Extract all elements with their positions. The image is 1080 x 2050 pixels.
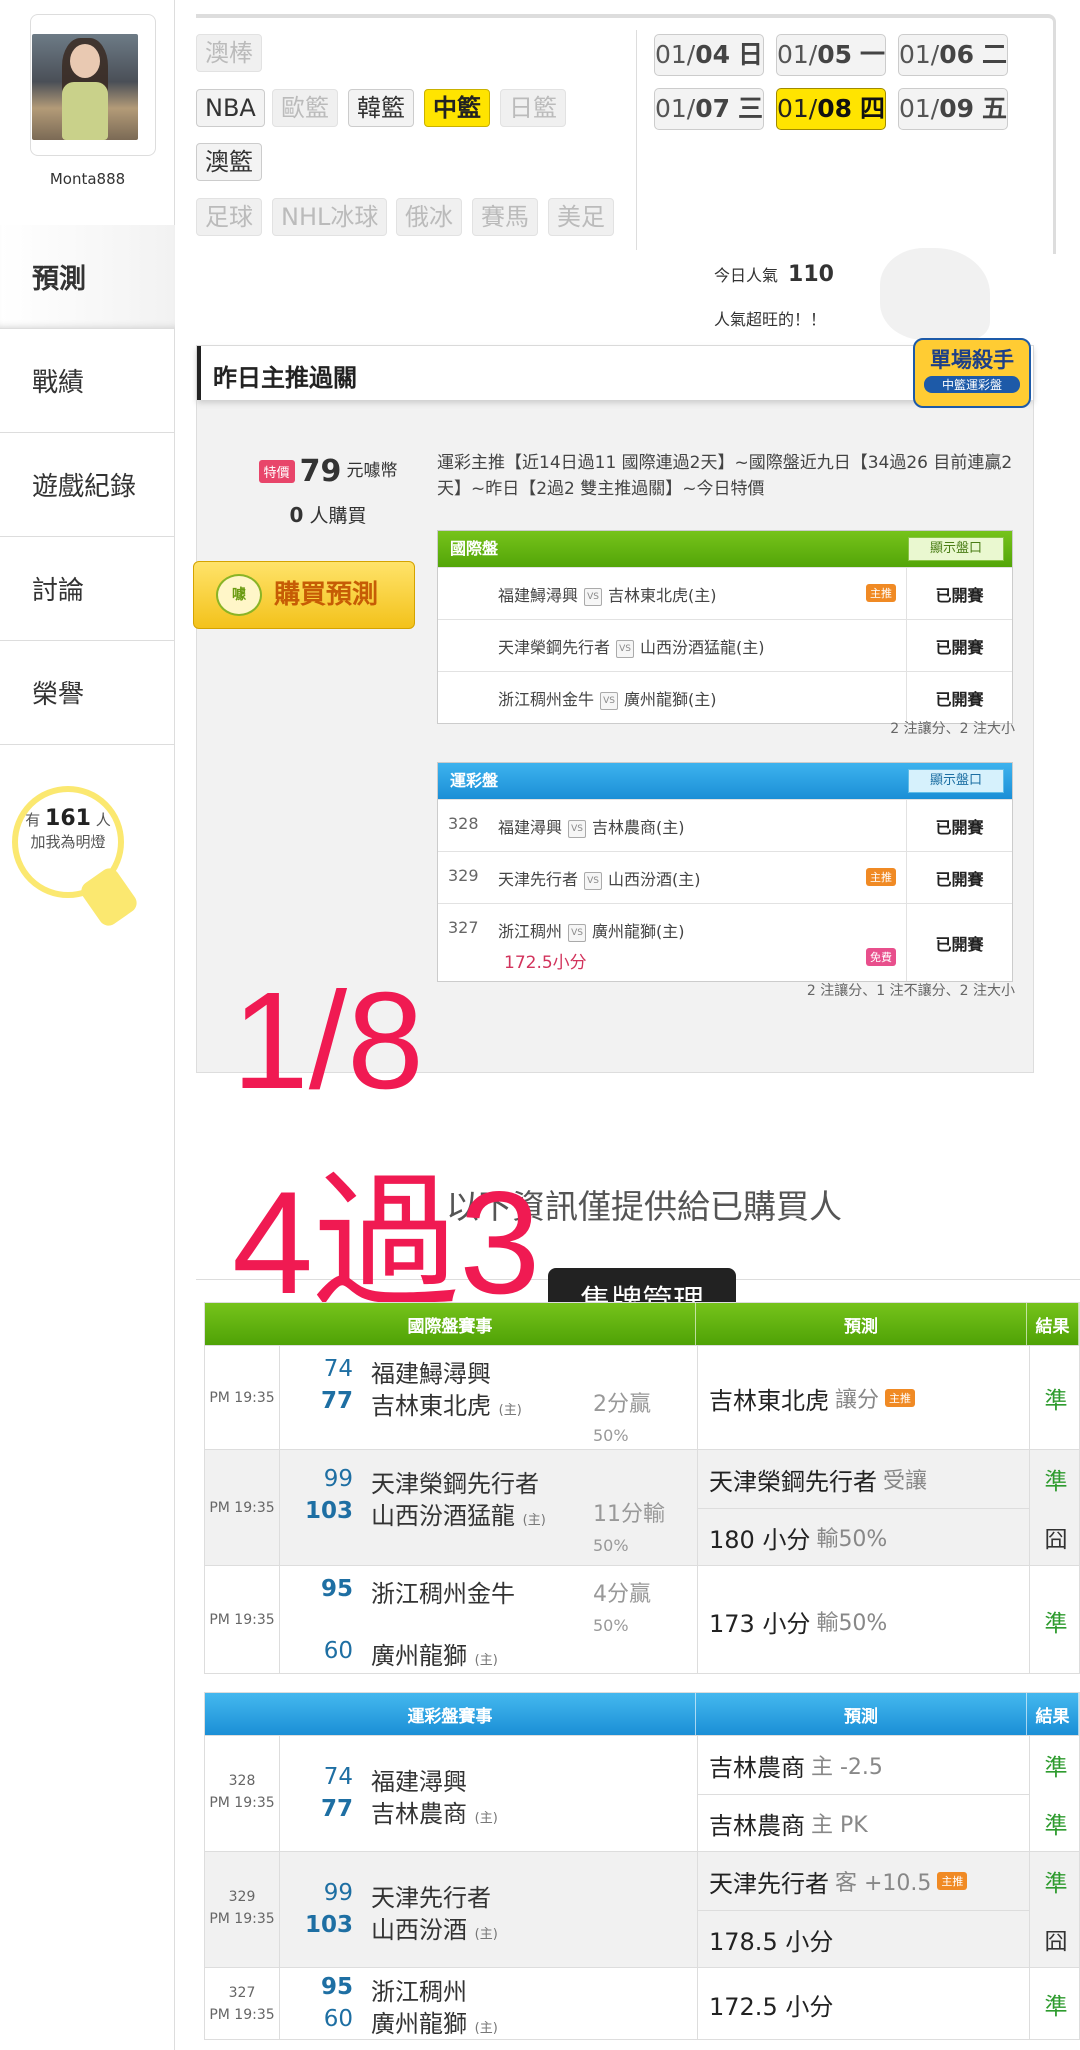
game-row: 天津榮鋼先行者 VS 山西汾酒猛龍(主) 已開賽 [438,619,1012,671]
panel-header: 昨日主推過關 單場殺手 中籃運彩盤 [197,338,1033,408]
menu-item-honor[interactable]: 榮譽 [0,641,175,745]
league-tab-aus-basketball[interactable]: 澳籃 [196,143,262,181]
price-box: 特價 79 元噱幣 0 人購買 [219,454,437,528]
result-mark: 準 [1044,1388,1068,1414]
intl-results-header: 國際盤賽事 預測 結果 [205,1303,1079,1345]
date-tab-0109[interactable]: 01/09 五 [898,88,1008,130]
follow-prefix: 有 [25,811,41,829]
intl-bet-note: 2 注讓分、2 注大小 [890,721,1015,737]
date-tab-0105[interactable]: 01/05 一 [776,34,886,76]
show-odds-button[interactable]: 顯示盤口 [908,769,1004,793]
result-mark: 囧 [1044,1929,1068,1955]
username[interactable]: Monta888 [0,170,175,188]
game-status: 已開賽 [906,904,1012,981]
avatar[interactable] [32,34,138,140]
follow-count[interactable]: 有 161 人 加我為明燈 [16,808,120,853]
result-mark: 準 [1044,1469,1068,1495]
game-row: 浙江稠州金牛 VS 廣州龍獅(主) 已開賽 [438,671,1012,723]
panel-title: 昨日主推過關 [213,364,357,392]
overlay-record: 4過3 [232,1161,541,1324]
league-tab-football[interactable]: 足球 [196,198,262,236]
league-tab-china-basketball[interactable]: 中籃 [424,89,490,127]
result-mark: 準 [1044,1755,1068,1781]
price-value: 79 [299,454,342,489]
free-pick-line: 172.5小分 [504,953,587,973]
menu-item-prediction[interactable]: 預測 [0,225,175,329]
result-row: PM 19:35 74 福建鱘潯興 77 吉林東北虎 (主) 2分贏 50% 吉林… [205,1345,1079,1449]
single-killer-badge-icon: 單場殺手 中籃運彩盤 [913,338,1031,408]
league-tab-american-football[interactable]: 美足 [548,198,614,236]
result-row: 327 PM 19:35 95 浙江稠州 60 廣州龍獅 (主) 172.5 小分… [205,1967,1079,2039]
follow-count-number: 161 [45,806,91,831]
lottery-header: 運彩盤 顯示盤口 [438,763,1012,799]
league-tab-euro-basketball[interactable]: 歐籃 [272,89,338,127]
game-row: 328 福建潯興 VS 吉林農商(主) 已開賽 [438,799,1012,851]
result-row: PM 19:35 99 天津榮鋼先行者 103 山西汾酒猛龍 (主) 11分輸 5… [205,1449,1079,1565]
mascot-watermark-icon [880,248,990,340]
game-status: 已開賽 [906,672,1012,723]
game-status: 已開賽 [906,568,1012,619]
buyer-count: 0 人購買 [289,503,367,527]
free-tag: 免費 [866,948,896,966]
league-tab-nba[interactable]: NBA [196,89,265,127]
lottery-bet-note: 2 注讓分、1 注不讓分、2 注大小 [806,983,1015,999]
price-unit: 元噱幣 [346,461,398,481]
game-row: 329 天津先行者 VS 山西汾酒(主) 主推 已開賽 [438,851,1012,903]
date-tab-0106[interactable]: 01/06 二 [898,34,1008,76]
lottery-results-header: 運彩盤賽事 預測 結果 [205,1693,1079,1735]
result-row: 328 PM 19:35 74 福建潯興 77 吉林農商 (主) 吉林農商主 -2… [205,1735,1079,1851]
result-mark: 準 [1044,1994,1068,2020]
lottery-results-table: 運彩盤賽事 預測 結果 328 PM 19:35 74 福建潯興 77 吉林農商 … [204,1692,1080,2040]
league-tab-russia-hockey[interactable]: 俄冰 [396,198,462,236]
result-mark: 囧 [1044,1527,1068,1553]
league-tab-aus-baseball[interactable]: 澳棒 [196,34,262,72]
date-tab-0104[interactable]: 01/04 日 [654,34,764,76]
date-tab-0107[interactable]: 01/07 三 [654,88,764,130]
menu-item-game-log[interactable]: 遊戲紀錄 [0,433,175,537]
overlay-date: 1/8 [232,964,424,1118]
left-sidebar: Monta888 預測 戰績 遊戲紀錄 討論 榮譽 有 161 人 加我為明燈 [0,0,175,2050]
buy-prediction-button[interactable]: 噱 購買預測 [193,561,415,629]
intl-results-table: 國際盤賽事 預測 結果 PM 19:35 74 福建鱘潯興 77 吉林東北虎 (… [204,1302,1080,1674]
game-status: 已開賽 [906,800,1012,851]
popularity-note: 人氣超旺的！！ [714,310,827,329]
lottery-game-table: 運彩盤 顯示盤口 328 福建潯興 VS 吉林農商(主) 已開賽 329 天津先行者… [437,762,1013,982]
result-mark: 準 [1044,1871,1068,1897]
top-pick-tag: 主推 [885,1389,916,1407]
result-row: PM 19:35 95 浙江稠州金牛 60 廣州龍獅 (主) 4分贏 50% 17… [205,1565,1079,1673]
league-tab-nhl[interactable]: NHL冰球 [272,198,388,236]
prediction-summary: 運彩主推【近14日過11 國際連過2天】~國際盤近九日【34過26 目前連贏2天… [437,453,1013,499]
intl-header: 國際盤 顯示盤口 [438,531,1012,567]
top-pick-tag: 主推 [866,868,896,886]
coin-icon: 噱 [216,574,262,616]
game-row: 327 浙江稠州 VS 廣州龍獅(主) 172.5小分 免費 已開賽 [438,903,1012,981]
game-row: 福建鱘潯興 VS 吉林東北虎(主) 主推 已開賽 [438,567,1012,619]
popularity-label: 今日人氣 [714,266,779,285]
game-status: 已開賽 [906,620,1012,671]
side-menu: 預測 戰績 遊戲紀錄 討論 榮譽 [0,225,175,745]
league-tab-horse-racing[interactable]: 賽馬 [472,198,538,236]
top-pick-tag: 主推 [937,1872,968,1890]
popularity-value: 110 [788,262,834,287]
date-tab-0108[interactable]: 01/08 四 [776,88,886,130]
show-odds-button[interactable]: 顯示盤口 [908,537,1004,561]
sale-badge: 特價 [258,460,295,483]
result-mark: 準 [1044,1813,1068,1839]
menu-item-discussion[interactable]: 討論 [0,537,175,641]
filter-divider [636,30,637,250]
top-pick-tag: 主推 [866,584,896,602]
game-status: 已開賽 [906,852,1012,903]
intl-game-table: 國際盤 顯示盤口 福建鱘潯興 VS 吉林東北虎(主) 主推 已開賽 天津榮鋼先行者 V… [437,530,1013,724]
result-row: 329 PM 19:35 99 天津先行者 103 山西汾酒 (主) 天津先行者客… [205,1851,1079,1967]
follow-label: 加我為明燈 [30,833,106,851]
league-tab-korea-basketball[interactable]: 韓籃 [348,89,414,127]
follow-suffix: 人 [95,811,111,829]
result-mark: 準 [1044,1611,1068,1637]
popularity-today: 今日人氣 110 [714,262,834,287]
menu-item-record[interactable]: 戰績 [0,329,175,433]
league-tab-japan-basketball[interactable]: 日籃 [500,89,566,127]
